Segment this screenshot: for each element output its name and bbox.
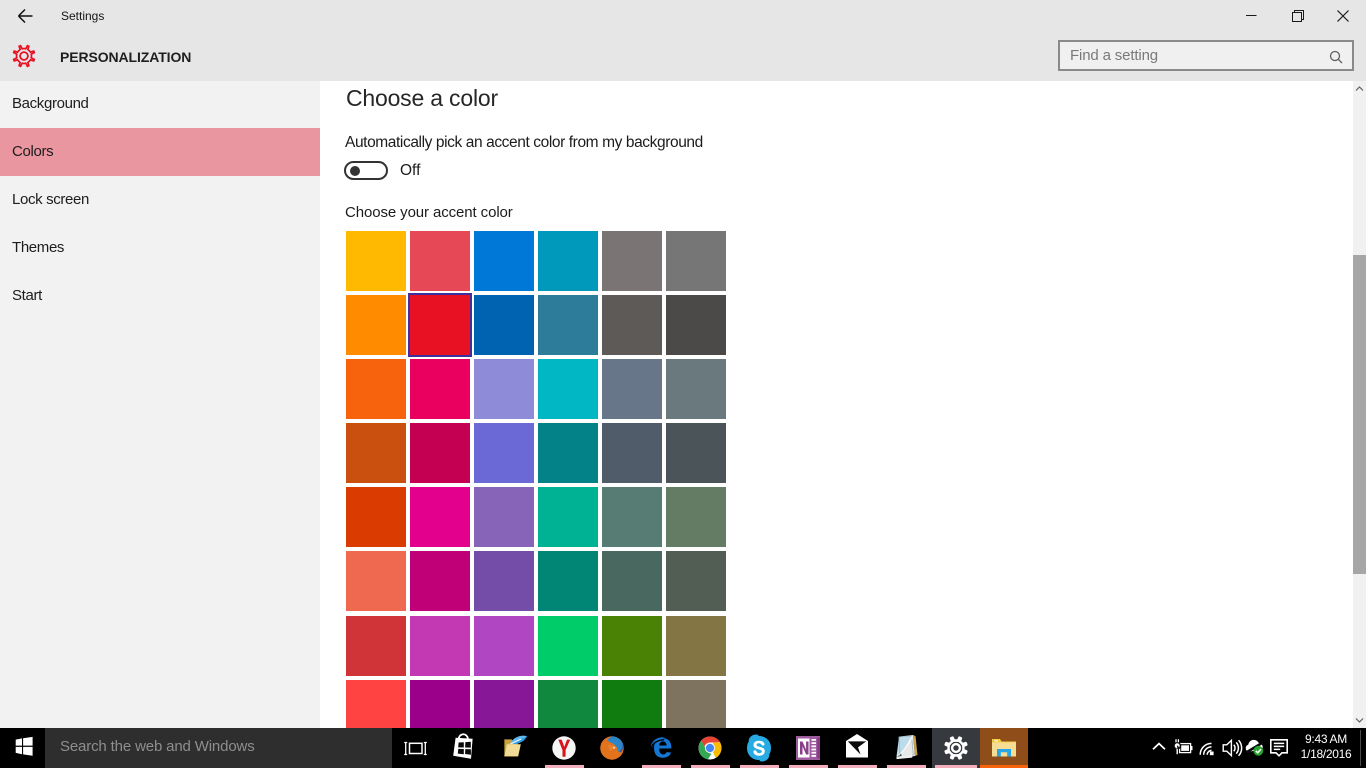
svg-text:e: e: [653, 728, 673, 765]
